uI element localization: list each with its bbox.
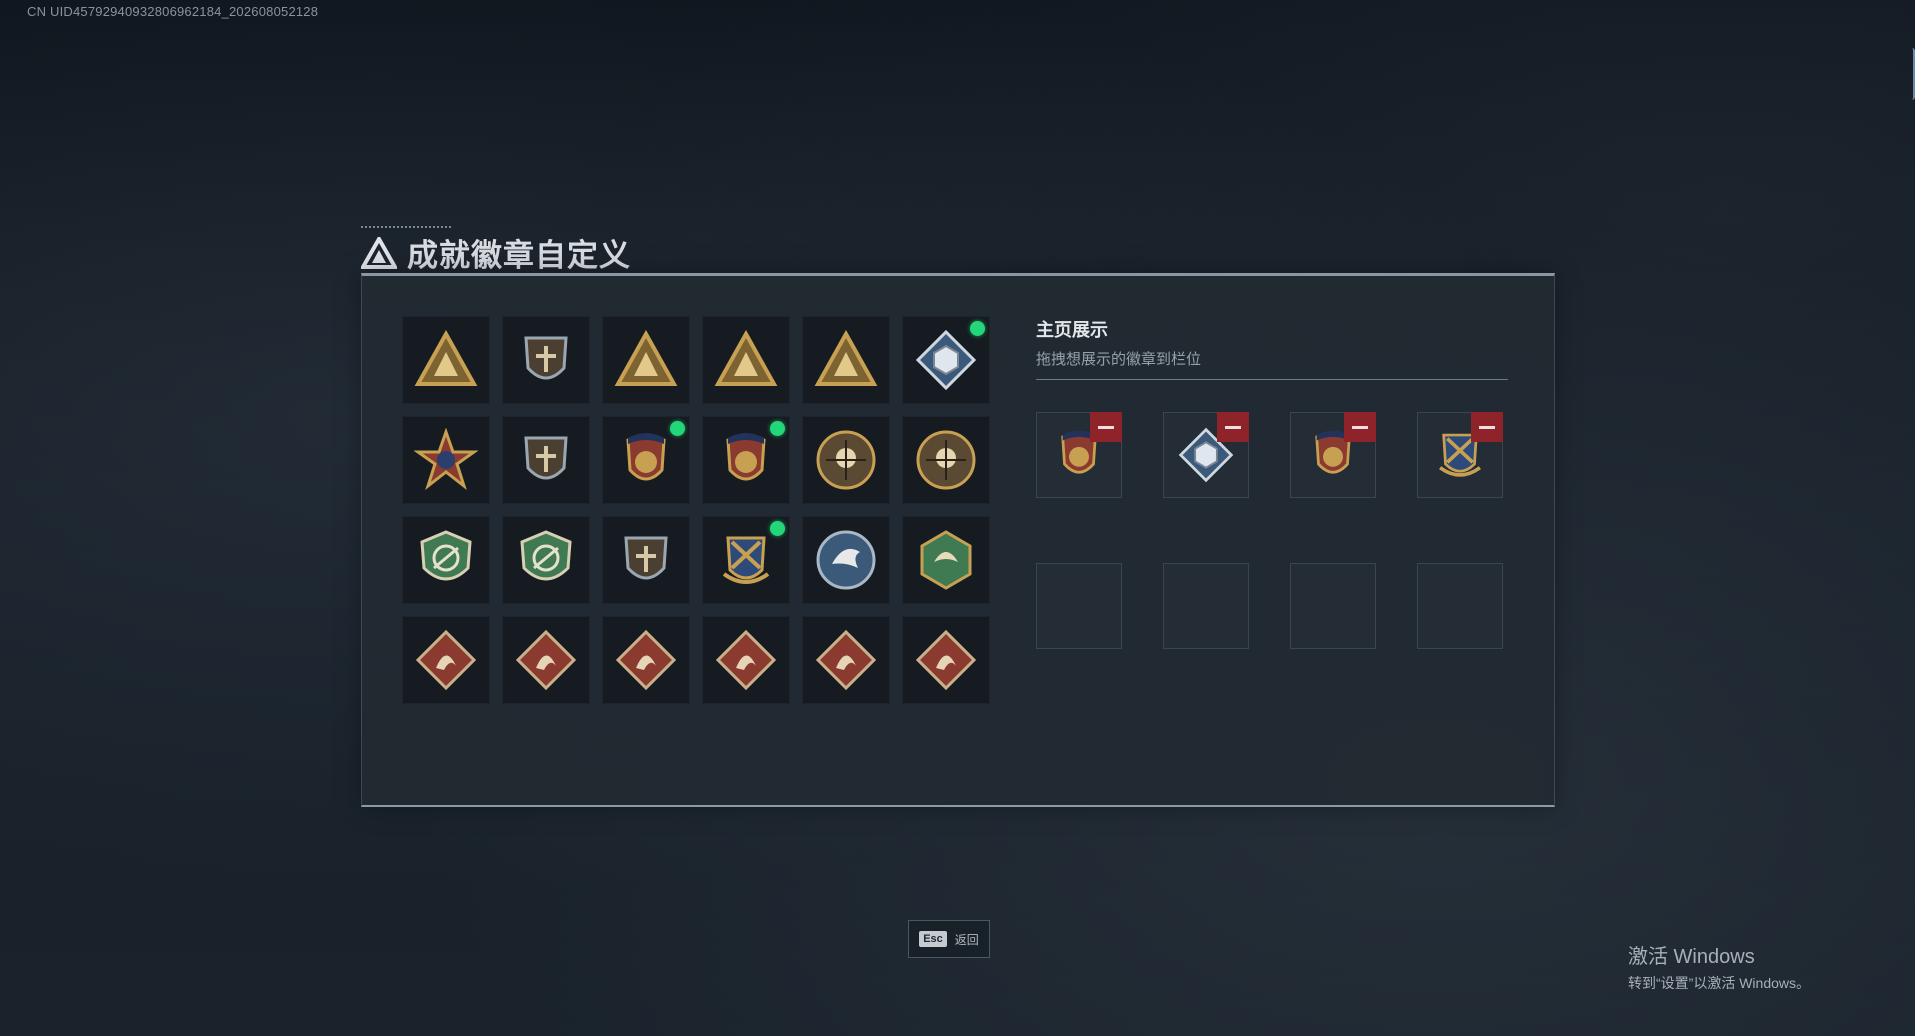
- selected-indicator: [770, 521, 785, 536]
- red-shield-hexagram-badge-icon: [726, 433, 766, 481]
- badge-panel: 主页展示 拖拽想展示的徽章到栏位: [361, 273, 1555, 807]
- medic-diamond-badge-icon: [915, 629, 977, 691]
- golden-crossed-swords-badge-icon: [722, 536, 770, 584]
- page-title: 成就徽章自定义: [407, 238, 631, 273]
- minus-icon: [1479, 425, 1495, 429]
- crystal-cube-badge-icon: [915, 329, 977, 391]
- remove-badge-button[interactable]: [1090, 412, 1122, 442]
- minus-icon: [1352, 425, 1368, 429]
- green-rifle-shield-badge-icon: [420, 530, 472, 581]
- badge-cell[interactable]: [902, 316, 990, 404]
- watermark-line1: 激活 Windows: [1628, 946, 1755, 968]
- badge-cell[interactable]: [602, 516, 690, 604]
- showcase-title: 主页展示: [1036, 320, 1108, 340]
- winged-hexagon-badge-icon: [920, 530, 972, 590]
- showcase-slot-filled[interactable]: [1036, 412, 1122, 498]
- badge-cell[interactable]: [802, 416, 890, 504]
- watermark-line2: 转到“设置”以激活 Windows。: [1628, 975, 1811, 991]
- showcase-subtitle: 拖拽想展示的徽章到栏位: [1036, 351, 1202, 368]
- helicopter-badge-icon: [524, 336, 568, 380]
- badge-cell[interactable]: [802, 316, 890, 404]
- badge-cell[interactable]: [802, 616, 890, 704]
- horse-diamond-badge-icon: [715, 629, 777, 691]
- homepage-showcase: 主页展示 拖拽想展示的徽章到栏位: [1036, 316, 1508, 649]
- esc-key: Esc: [919, 931, 947, 947]
- showcase-slot-empty[interactable]: [1417, 563, 1503, 649]
- showcase-slot-filled[interactable]: [1417, 412, 1503, 498]
- triangle-logo-icon: [361, 236, 397, 269]
- back-label: 返回: [954, 932, 979, 947]
- fist-coin-badge-icon: [916, 430, 976, 490]
- selected-indicator: [770, 421, 785, 436]
- badge-cell[interactable]: [802, 516, 890, 604]
- dragon-diamond-2-badge-icon: [515, 629, 577, 691]
- soldiers-triangle-badge-icon: [814, 329, 878, 386]
- red-shield-coin-badge-icon: [626, 433, 666, 481]
- sunrise-triangle-badge-icon: [614, 329, 678, 386]
- badge-cell[interactable]: [402, 416, 490, 504]
- selected-indicator: [670, 421, 685, 436]
- badge-cell[interactable]: [502, 416, 590, 504]
- showcase-slot-empty[interactable]: [1163, 563, 1249, 649]
- badge-cell[interactable]: [602, 416, 690, 504]
- runner-diamond-badge-icon: [615, 629, 677, 691]
- badge-cell[interactable]: [702, 516, 790, 604]
- eagle-head-badge-icon: [816, 530, 876, 590]
- minus-icon: [1225, 425, 1241, 429]
- eagle-shield-badge-icon: [524, 436, 568, 480]
- showcase-slot-filled[interactable]: [1290, 412, 1376, 498]
- badge-cell[interactable]: [702, 416, 790, 504]
- badge-cell[interactable]: [702, 316, 790, 404]
- badge-cell[interactable]: [702, 616, 790, 704]
- showcase-slot-empty[interactable]: [1036, 563, 1122, 649]
- remove-badge-button[interactable]: [1471, 412, 1503, 442]
- remove-badge-button[interactable]: [1217, 412, 1249, 442]
- showcase-slot-empty[interactable]: [1290, 563, 1376, 649]
- uid-label: CN UID4579294093280696218​4_202608052128: [27, 4, 319, 19]
- triangle-shield-badge-icon: [414, 329, 478, 386]
- badge-cell[interactable]: [902, 416, 990, 504]
- minus-icon: [1098, 425, 1114, 429]
- badge-cell[interactable]: [502, 316, 590, 404]
- badge-cell[interactable]: [502, 616, 590, 704]
- badge-cell[interactable]: [402, 616, 490, 704]
- showcase-divider: [1036, 379, 1508, 380]
- red-star-medal-badge-icon: [414, 428, 478, 491]
- remove-badge-button[interactable]: [1344, 412, 1376, 442]
- badge-cell[interactable]: [902, 616, 990, 704]
- dragon-diamond-badge-icon: [415, 629, 477, 691]
- page-header: 成就徽章自定义: [361, 230, 631, 275]
- selected-indicator: [970, 321, 985, 336]
- skull-crosshair-badge-icon: [816, 430, 876, 490]
- esc-back-button[interactable]: Esc 返回: [908, 920, 990, 958]
- horse-diamond-2-badge-icon: [815, 629, 877, 691]
- showcase-slots: [1036, 412, 1508, 649]
- scroll-indicator[interactable]: [1907, 48, 1915, 100]
- badge-cell[interactable]: [902, 516, 990, 604]
- number-one-triangle-badge-icon: [714, 329, 778, 386]
- badge-cell[interactable]: [602, 616, 690, 704]
- badge-cell[interactable]: [402, 316, 490, 404]
- showcase-slot-filled[interactable]: [1163, 412, 1249, 498]
- green-rifle-shield-2-badge-icon: [520, 530, 572, 581]
- badge-cell[interactable]: [602, 316, 690, 404]
- knife-shield-badge-icon: [624, 536, 668, 580]
- badge-cell[interactable]: [502, 516, 590, 604]
- badge-grid: [402, 316, 990, 704]
- windows-activation-watermark: 激活 Windows 转到“设置”以激活 Windows。: [1628, 940, 1810, 993]
- badge-cell[interactable]: [402, 516, 490, 604]
